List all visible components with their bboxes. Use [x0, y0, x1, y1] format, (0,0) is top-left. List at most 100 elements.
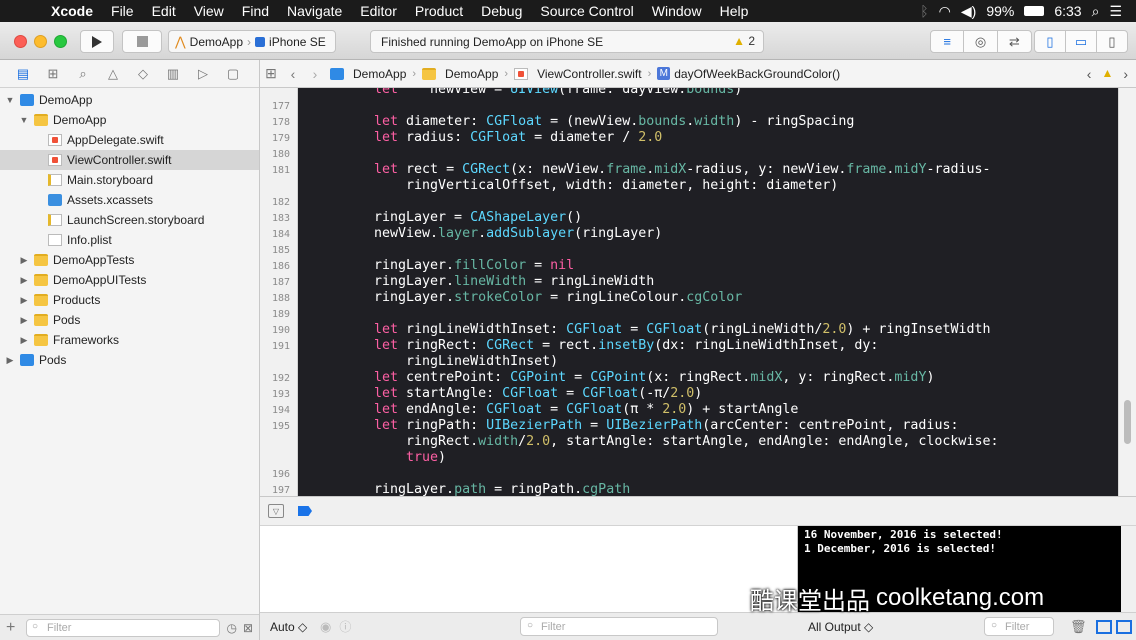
code-line[interactable]: ringLayer = CAShapeLayer()	[374, 210, 582, 226]
stop-button[interactable]	[122, 30, 162, 53]
code-line[interactable]: let radius: CGFloat = diameter / 2.0	[374, 130, 662, 146]
breakpoint-navigator-tab-icon[interactable]: ▷	[188, 66, 218, 82]
editor-scrollbar[interactable]	[1118, 88, 1136, 496]
warning-icon[interactable]: ▲	[1101, 66, 1113, 82]
tree-item[interactable]: ▶ Frameworks	[0, 330, 259, 350]
code-line[interactable]: ringLineWidthInset)	[374, 354, 558, 370]
debug-navigator-tab-icon[interactable]: ▥	[158, 66, 188, 82]
code-line[interactable]: ringLayer.strokeColor = ringLineColour.c…	[374, 290, 742, 306]
disclosure-closed-icon[interactable]: ▶	[18, 335, 30, 346]
notification-center-icon[interactable]: ☰	[1109, 3, 1122, 20]
project-navigator-tab-icon[interactable]: ▤	[8, 66, 38, 82]
battery-icon[interactable]	[1024, 6, 1045, 16]
menu-find[interactable]: Find	[233, 3, 278, 19]
disclosure-closed-icon[interactable]: ▶	[18, 295, 30, 306]
code-line[interactable]: let startAngle: CGFloat = CGFloat(-π/2.0…	[374, 386, 702, 402]
menu-edit[interactable]: Edit	[143, 3, 185, 19]
battery-percent[interactable]: 99%	[986, 3, 1014, 19]
menu-navigate[interactable]: Navigate	[278, 3, 351, 19]
version-editor-icon[interactable]: ⇄	[998, 31, 1031, 52]
back-icon[interactable]: ‹	[282, 66, 304, 82]
disclosure-open-icon[interactable]: ▼	[4, 95, 16, 105]
minimize-window-button[interactable]	[34, 35, 47, 48]
breadcrumb-method[interactable]: M dayOfWeekBackGroundColor()	[653, 67, 844, 81]
console-scrollbar[interactable]	[1121, 526, 1136, 614]
menu-source-control[interactable]: Source Control	[531, 3, 642, 19]
disclosure-closed-icon[interactable]: ▶	[18, 255, 30, 266]
tree-item[interactable]: ▼ DemoApp	[0, 110, 259, 130]
output-selector[interactable]: All Output ◇	[808, 620, 873, 634]
code-line[interactable]: let newView = UIView(frame: dayView.boun…	[374, 88, 742, 98]
toggle-navigator-icon[interactable]: ▯	[1035, 31, 1066, 52]
close-window-button[interactable]	[14, 35, 27, 48]
tree-item[interactable]: ▶ DemoAppTests	[0, 250, 259, 270]
code-area[interactable]: let newView = UIView(frame: dayView.boun…	[298, 88, 1118, 496]
disclosure-open-icon[interactable]: ▼	[18, 115, 30, 125]
disclosure-closed-icon[interactable]: ▶	[18, 275, 30, 286]
variables-scope-selector[interactable]: Auto ◇	[270, 620, 314, 634]
editor-scroll-thumb[interactable]	[1124, 400, 1131, 444]
test-navigator-tab-icon[interactable]: ◇	[128, 66, 158, 82]
recent-files-icon[interactable]: ◷	[226, 621, 236, 635]
bluetooth-icon[interactable]: ᛒ	[920, 3, 928, 19]
toggle-debug-area-icon[interactable]: ▭	[1066, 31, 1097, 52]
tree-item[interactable]: ViewController.swift	[0, 150, 259, 170]
code-line[interactable]: let diameter: CGFloat = (newView.bounds.…	[374, 114, 854, 130]
console-filter-input[interactable]: Filter	[984, 617, 1054, 636]
code-line[interactable]: ringLayer.lineWidth = ringLineWidth	[374, 274, 654, 290]
tree-item[interactable]: Main.storyboard	[0, 170, 259, 190]
report-navigator-tab-icon[interactable]: ▢	[218, 66, 248, 82]
eye-icon[interactable]: ◉	[320, 619, 331, 635]
clock[interactable]: 6:33	[1054, 3, 1081, 19]
code-line[interactable]: let ringPath: UIBezierPath = UIBezierPat…	[374, 418, 958, 434]
code-line[interactable]: true)	[374, 450, 446, 466]
menu-product[interactable]: Product	[406, 3, 472, 19]
menu-window[interactable]: Window	[643, 3, 711, 19]
volume-icon[interactable]: ◀)	[961, 3, 976, 20]
info-icon[interactable]: ⓘ	[339, 618, 351, 635]
code-line[interactable]: let ringRect: CGRect = rect.insetBy(dx: …	[374, 338, 878, 354]
code-line[interactable]: let rect = CGRect(x: newView.frame.midX-…	[374, 162, 991, 178]
spotlight-search-icon[interactable]: ⌕	[1092, 3, 1100, 20]
code-line[interactable]: ringVerticalOffset, width: diameter, hei…	[374, 178, 838, 194]
warning-indicator[interactable]: ▲ 2	[733, 34, 755, 48]
zoom-window-button[interactable]	[54, 35, 67, 48]
forward-icon[interactable]: ›	[304, 66, 326, 82]
menu-file[interactable]: File	[102, 3, 143, 19]
tree-item[interactable]: Info.plist	[0, 230, 259, 250]
breadcrumb-project[interactable]: DemoApp	[326, 67, 410, 81]
hide-debug-area-icon[interactable]: ▽	[268, 504, 284, 518]
run-button[interactable]	[80, 30, 114, 53]
tree-item[interactable]: LaunchScreen.storyboard	[0, 210, 259, 230]
breadcrumb-group[interactable]: DemoApp	[418, 67, 502, 81]
scheme-selector[interactable]: ⋀ DemoApp › iPhone SE	[168, 30, 336, 53]
code-line[interactable]: ringRect.width/2.0, startAngle: startAng…	[374, 434, 998, 450]
code-line[interactable]: ringLayer.fillColor = nil	[374, 258, 574, 274]
next-issue-icon[interactable]: ›	[1123, 66, 1128, 82]
source-control-navigator-tab-icon[interactable]: ⊞	[38, 66, 68, 82]
variables-filter-input[interactable]: Filter	[520, 617, 718, 636]
menu-help[interactable]: Help	[711, 3, 758, 19]
navigator-filter-input[interactable]: Filter	[26, 618, 221, 637]
standard-editor-icon[interactable]: ≡	[931, 31, 965, 52]
trash-icon[interactable]: 🗑	[1070, 619, 1087, 635]
menu-app-name[interactable]: Xcode	[42, 3, 102, 19]
code-line[interactable]: let centrePoint: CGPoint = CGPoint(x: ri…	[374, 370, 934, 386]
assistant-editor-icon[interactable]: ◎	[964, 31, 998, 52]
tree-item[interactable]: Assets.xcassets	[0, 190, 259, 210]
disclosure-closed-icon[interactable]: ▶	[18, 315, 30, 326]
add-file-icon[interactable]: +	[6, 619, 20, 637]
source-control-filter-icon[interactable]: ⊠	[243, 621, 253, 635]
tree-item[interactable]: ▼ DemoApp	[0, 90, 259, 110]
code-line[interactable]: let endAngle: CGFloat = CGFloat(π * 2.0)…	[374, 402, 798, 418]
previous-issue-icon[interactable]: ‹	[1087, 66, 1092, 82]
code-line[interactable]: ringLayer.path = ringPath.cgPath	[374, 482, 630, 496]
menu-debug[interactable]: Debug	[472, 3, 531, 19]
related-items-icon[interactable]: ⊞	[260, 65, 282, 82]
menu-editor[interactable]: Editor	[351, 3, 406, 19]
tree-item[interactable]: ▶ Pods	[0, 350, 259, 370]
disclosure-closed-icon[interactable]: ▶	[4, 355, 16, 366]
tree-item[interactable]: AppDelegate.swift	[0, 130, 259, 150]
breakpoints-toggle-icon[interactable]	[298, 506, 312, 516]
tree-item[interactable]: ▶ Products	[0, 290, 259, 310]
